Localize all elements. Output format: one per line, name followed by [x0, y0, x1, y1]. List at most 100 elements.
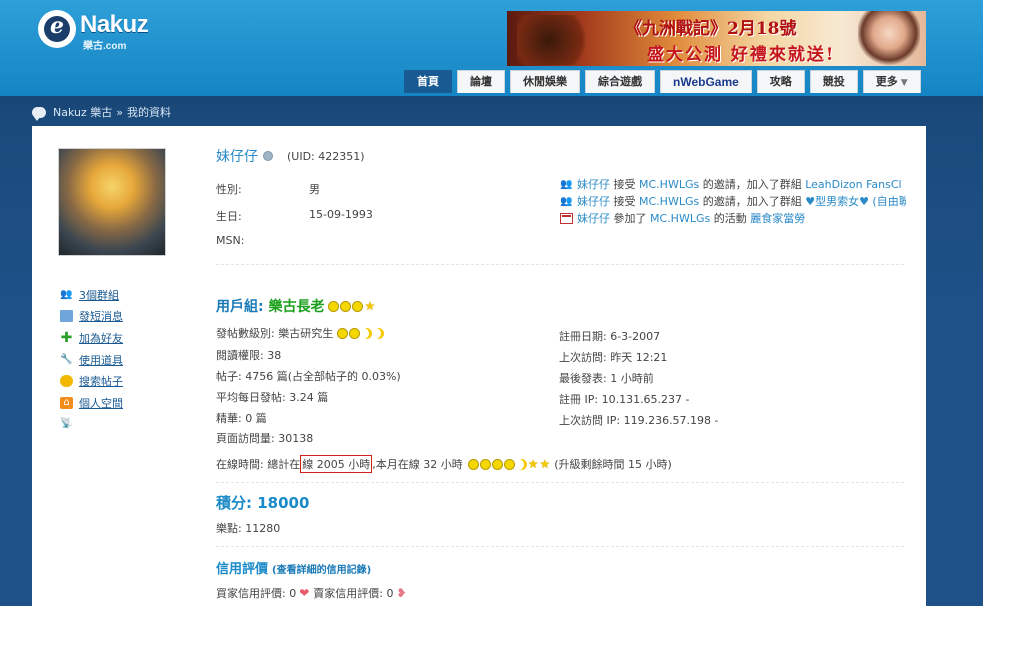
action-groups[interactable]: 👥 3個群組 [60, 284, 123, 306]
read-permission: 閱讀權限: 38 [216, 349, 282, 362]
site-header: e Nakuz 樂古.com 《九洲戰記》2月18號 盛大公測 好禮來就送! 首… [0, 0, 983, 96]
section-divider [216, 546, 904, 547]
seller-rating: 賣家信用評價: 0 [313, 587, 394, 600]
smiley-icon [491, 459, 503, 470]
action-personal-space[interactable]: ⌂ 個人空間 [60, 392, 123, 414]
feed-target-link[interactable]: LeahDizon FansCl [805, 176, 901, 193]
digest-count: 精華: 0 篇 [216, 412, 267, 425]
feed-user-link[interactable]: 妹仔仔 [577, 176, 610, 193]
nav-tab-more-label: 更多 [875, 75, 898, 88]
nav-tab-auction[interactable]: 競投 [809, 70, 858, 93]
online-upgrade: (升級剩餘時間 15 小時) [554, 458, 672, 471]
daily-posts: 平均每日發帖: 3.24 篇 [216, 391, 329, 404]
gender-value: 男 [309, 183, 320, 196]
honey-points: 樂點: 11280 [216, 522, 281, 535]
buyer-rating: 買家信用評價: 0 [216, 587, 297, 600]
moon-icon [361, 328, 372, 339]
post-level-text: 發帖數級別: 樂古研究生 [216, 327, 334, 340]
star-icon: ★ [364, 298, 376, 313]
action-search-posts[interactable]: 搜索帖子 [60, 370, 123, 392]
feed-text: 的活動 [710, 212, 751, 225]
nav-tab-more[interactable]: 更多 ▼ [862, 70, 921, 93]
smiley-icon [340, 300, 352, 312]
home-icon: ⌂ [60, 396, 73, 409]
star-icon: ★ [539, 457, 551, 471]
level-icons [336, 327, 384, 340]
action-use-item[interactable]: 🔧 使用道具 [60, 349, 123, 371]
banner-girl-art [858, 11, 920, 66]
online-rank-icons: ★★ [467, 457, 551, 471]
nav-tab-leisure[interactable]: 休閒娛樂 [510, 70, 580, 93]
ad-banner[interactable]: 《九洲戰記》2月18號 盛大公測 好禮來就送! [507, 11, 926, 66]
feed-text: 的邀請，加入了群組 [699, 178, 806, 191]
user-id: (UID: 422351) [287, 149, 365, 163]
offline-status-icon [263, 151, 273, 161]
satellite-icon: 📡 [60, 418, 73, 430]
nav-tab-home[interactable]: 首頁 [404, 70, 452, 93]
action-message-link[interactable]: 發短消息 [79, 308, 123, 324]
action-groups-link[interactable]: 3個群組 [79, 287, 119, 303]
bubble-icon [60, 375, 73, 388]
nav-tab-guides[interactable]: 攻略 [756, 70, 805, 93]
plus-icon: ✚ [60, 329, 73, 346]
online-time: 在線時間: 總計在 線 2005 小時 ,本月在線 32 小時 ★★ (升級剩餘… [216, 455, 672, 473]
logo-mark-letter: e [50, 13, 64, 39]
page: e Nakuz 樂古.com 《九洲戰記》2月18號 盛大公測 好禮來就送! 首… [0, 0, 983, 606]
nakuz-logo[interactable]: e Nakuz 樂古.com [38, 10, 168, 52]
action-misc[interactable]: 📡 [60, 414, 123, 436]
reputation-title: 信用評價 (查看詳細的信用記錄) [216, 558, 371, 577]
feed-item: 👥 妹仔仔 接受 MC.HWLGs 的邀請，加入了群組 ♥型男索女♥ (自由聯盟 [560, 193, 906, 210]
online-time-prefix: 在線時間: 總計在 [216, 458, 301, 471]
calendar-icon [560, 213, 573, 224]
nav-tab-games[interactable]: 綜合遊戲 [585, 70, 655, 93]
smiley-icon [467, 459, 479, 470]
speech-bubble-icon [32, 106, 46, 121]
breadcrumb-site-link[interactable]: Nakuz 樂古 [53, 104, 112, 120]
feed-inviter-link[interactable]: MC.HWLGs [639, 193, 699, 210]
nav-tab-forum[interactable]: 論壇 [457, 70, 505, 93]
smiley-icon [503, 459, 515, 470]
action-add-friend-link[interactable]: 加為好友 [79, 330, 123, 346]
gender-label: 性別: [216, 183, 242, 196]
user-group-title: 用戶組: 樂古長老 ★ [216, 296, 375, 316]
action-personal-space-link[interactable]: 個人空間 [79, 395, 123, 411]
group-icon: 👥 [60, 288, 73, 300]
last-visit-ip: 上次訪問 IP: 119.236.57.198 - [559, 414, 719, 427]
smiley-icon [352, 300, 364, 312]
breadcrumb-current: 我的資料 [126, 106, 171, 119]
user-group-prefix: 用戶組: [216, 299, 269, 315]
feed-host-link[interactable]: MC.HWLGs [650, 210, 710, 227]
smiley-icon [479, 459, 491, 470]
moon-icon [373, 328, 384, 339]
nav-tab-nwebgame[interactable]: nWebGame [660, 70, 752, 93]
feed-text: 接受 [610, 178, 639, 191]
post-count: 帖子: 4756 篇(占全部帖子的 0.03%) [216, 370, 401, 383]
feed-inviter-link[interactable]: MC.HWLGs [639, 176, 699, 193]
feed-text: 接受 [610, 195, 639, 208]
feed-text: 的邀請，加入了群組 [699, 195, 806, 208]
banner-warrior-art [517, 15, 597, 65]
group-icon: 👥 [560, 196, 573, 207]
group-icon: 👥 [560, 179, 573, 190]
page-views: 頁面訪問量: 30138 [216, 432, 314, 445]
banner-tagline: 盛大公測 好禮來就送! [647, 45, 836, 65]
birthday-value: 15-09-1993 [309, 208, 373, 221]
reputation-detail-link[interactable]: (查看詳細的信用記錄) [272, 565, 371, 576]
action-message[interactable]: 發短消息 [60, 306, 123, 328]
feed-event-link[interactable]: 麗食家當勞 [750, 210, 805, 227]
feed-user-link[interactable]: 妹仔仔 [577, 193, 610, 210]
action-add-friend[interactable]: ✚ 加為好友 [60, 327, 123, 349]
username[interactable]: 妹仔仔 [216, 146, 258, 166]
feed-item: 妹仔仔 參加了 MC.HWLGs 的活動 麗食家當勞 [560, 210, 906, 227]
profile-details: 妹仔仔 (UID: 422351) 性別: 男 生日: 15-09-1993 M… [216, 146, 906, 600]
feed-extra-link[interactable]: (自由聯盟 [869, 193, 906, 210]
post-level: 發帖數級別: 樂古研究生 [216, 325, 384, 341]
feed-text: 參加了 [610, 212, 650, 225]
feed-target-link[interactable]: ♥型男索女♥ [805, 193, 869, 210]
action-search-posts-link[interactable]: 搜索帖子 [79, 373, 123, 389]
reputation-scores: 買家信用評價: 0 ❤ 賣家信用評價: 0 ❥ [216, 585, 407, 601]
registration-ip: 註冊 IP: 10.131.65.237 - [559, 393, 690, 406]
last-post: 最後發表: 1 小時前 [559, 372, 654, 385]
feed-user-link[interactable]: 妹仔仔 [577, 210, 610, 227]
action-use-item-link[interactable]: 使用道具 [79, 352, 123, 368]
